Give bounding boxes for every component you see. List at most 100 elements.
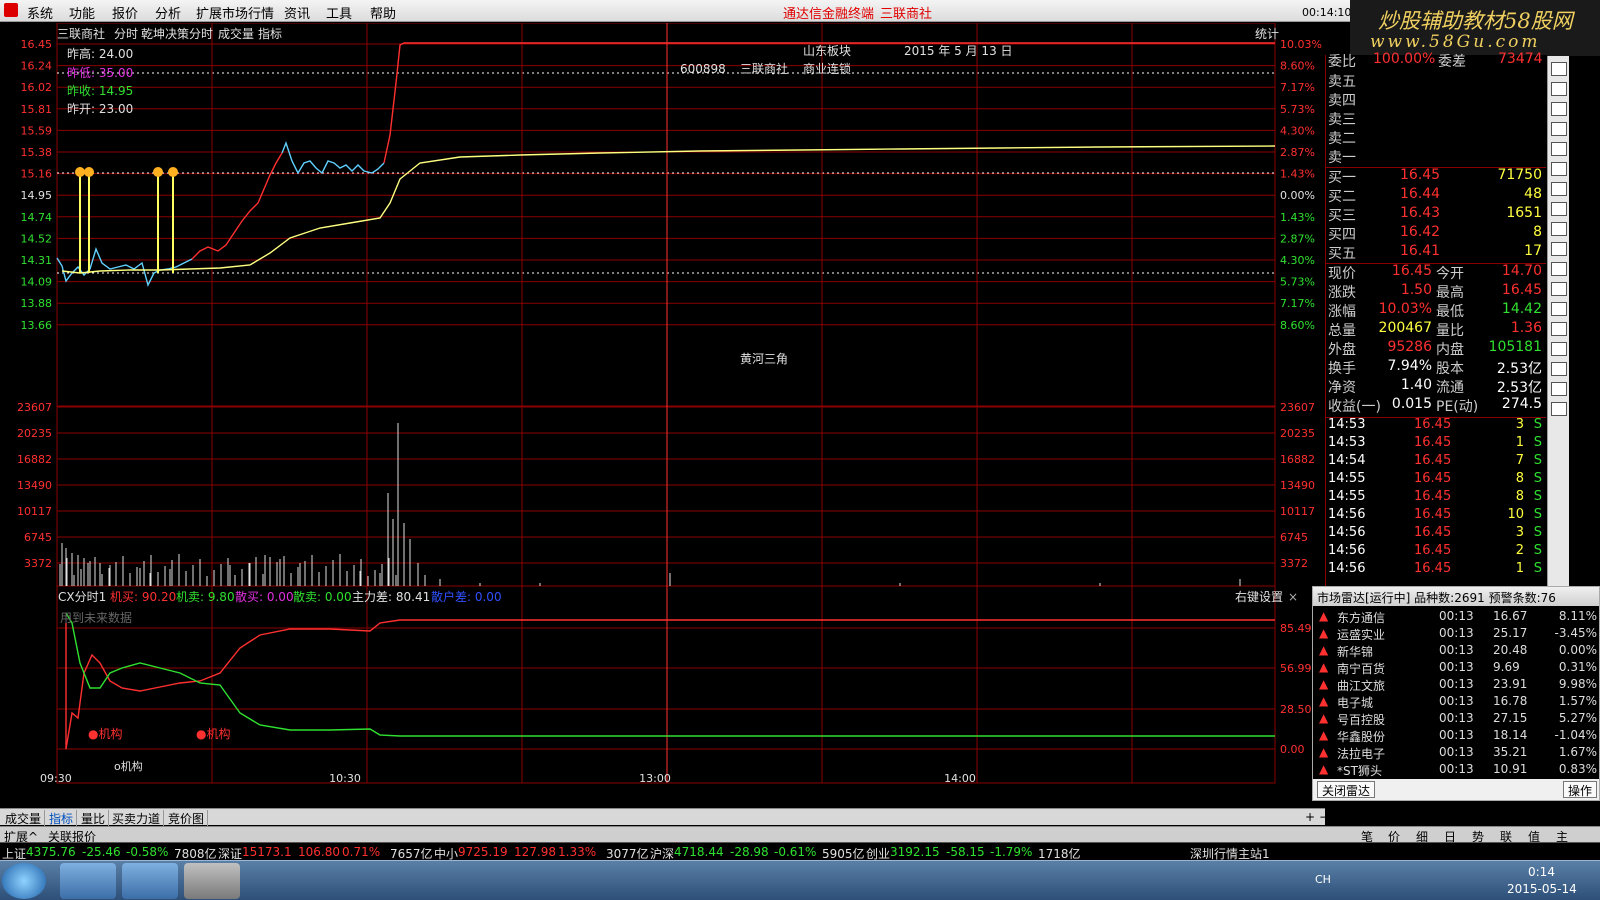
buy-row[interactable]: 买三 16.43 1651	[1328, 205, 1546, 224]
tool-icon[interactable]	[1551, 162, 1567, 176]
radar-operate-button[interactable]: 操作	[1563, 781, 1598, 798]
index-pct: -0.61%	[774, 845, 817, 859]
price-tick-left: 16.24	[21, 60, 53, 73]
stat-label: 净资	[1328, 380, 1356, 396]
radar-change: 0.00%	[1558, 643, 1597, 657]
stat-label: 涨幅	[1328, 304, 1356, 320]
tab-buy-sell-force[interactable]: 买卖力道	[109, 810, 165, 827]
radar-item[interactable]: ▲ 曲江文旅 00:13 23.91 9.98%	[1313, 676, 1599, 693]
stat-label: 流通	[1436, 380, 1464, 396]
signal-marker-icon[interactable]	[153, 167, 163, 177]
indicator-name[interactable]: CX分时1	[58, 590, 106, 604]
bell-icon: ▲	[1319, 762, 1329, 776]
tool-icon[interactable]	[1551, 82, 1567, 96]
price-tick-right: 4.30%	[1280, 254, 1315, 267]
tray-date[interactable]: 2015-05-14	[1507, 882, 1577, 896]
indicator-item-2: 散买: 0.00	[235, 589, 294, 604]
header-volume[interactable]: 成交量	[218, 26, 254, 41]
tool-icon[interactable]	[1551, 102, 1567, 116]
tool-icon[interactable]	[1551, 122, 1567, 136]
tool-icon[interactable]	[1551, 262, 1567, 276]
menu-item-tools[interactable]: 工具	[326, 3, 352, 22]
side-toolstrip	[1547, 56, 1569, 586]
chart-area[interactable]: 三联商社 分时 乾坤决策分时 成交量 指标 统计 昨高: 24.00 昨低: 3…	[0, 22, 1325, 808]
radar-item[interactable]: ▲ *ST狮头 00:13 10.91 0.83%	[1313, 761, 1599, 778]
buy-row[interactable]: 买二 16.44 48	[1328, 186, 1546, 205]
taskbar-app-tdx-icon[interactable]	[184, 863, 240, 899]
app-logo-icon[interactable]	[4, 3, 18, 17]
menu-item-function[interactable]: 功能	[69, 3, 95, 22]
tray-lang[interactable]: CH	[1315, 873, 1331, 886]
sell-row: 卖四	[1328, 90, 1546, 109]
start-button-icon[interactable]	[2, 863, 46, 899]
tab-volume[interactable]: 成交量	[2, 810, 46, 827]
stat-label: 今开	[1436, 266, 1464, 282]
radar-item[interactable]: ▲ 运盛实业 00:13 25.17 -3.45%	[1313, 625, 1599, 642]
stat-label: 现价	[1328, 266, 1356, 282]
signal-marker-icon[interactable]	[84, 167, 94, 177]
signal-marker-icon[interactable]	[168, 167, 178, 177]
tab-indicator[interactable]: 指标	[46, 810, 78, 827]
tick-price: 16.45	[1414, 471, 1452, 486]
tick-volume: 3	[1515, 525, 1524, 540]
tab-volume-ratio[interactable]: 量比	[78, 810, 110, 827]
zoom-out-icon[interactable]: −	[1316, 810, 1332, 824]
price-tick-left: 15.59	[21, 124, 53, 137]
tool-icon[interactable]	[1551, 402, 1567, 416]
radar-item[interactable]: ▲ 南宁百货 00:13 9.69 0.31%	[1313, 659, 1599, 676]
header-mode[interactable]: 分时	[114, 27, 138, 41]
tray-time[interactable]: 0:14	[1528, 865, 1555, 879]
header-indicator[interactable]: 乾坤决策分时	[141, 26, 213, 41]
buy-row[interactable]: 买五 16.41 17	[1328, 243, 1546, 262]
taskbar-app-browser-icon[interactable]	[122, 863, 178, 899]
menu-item-analysis[interactable]: 分析	[155, 3, 181, 22]
tool-icon[interactable]	[1551, 142, 1567, 156]
radar-item[interactable]: ▲ 号百控股 00:13 27.15 5.27%	[1313, 710, 1599, 727]
tool-icon[interactable]	[1551, 242, 1567, 256]
tool-icon[interactable]	[1551, 182, 1567, 196]
stat-value: 2.53亿	[1496, 380, 1542, 396]
buy-row[interactable]: 买四 16.42 8	[1328, 224, 1546, 243]
tool-icon[interactable]	[1551, 382, 1567, 396]
price-tick-right: 5.73%	[1280, 103, 1315, 116]
tab-auction[interactable]: 竞价图	[165, 810, 209, 827]
tool-icon[interactable]	[1551, 202, 1567, 216]
tick-time: 14:55	[1328, 489, 1366, 504]
indicator-settings[interactable]: 右键设置	[1235, 589, 1283, 604]
stats-button[interactable]: 统计	[1255, 27, 1279, 41]
stat-row: 涨跌 1.50 最高 16.45	[1328, 282, 1546, 301]
price-line-consolidation	[281, 140, 385, 175]
radar-item[interactable]: ▲ 新华锦 00:13 20.48 0.00%	[1313, 642, 1599, 659]
taskbar-app-windows-icon[interactable]	[60, 863, 116, 899]
radar-item[interactable]: ▲ 电子城 00:13 16.78 1.57%	[1313, 693, 1599, 710]
menu-item-system[interactable]: 系统	[27, 3, 53, 22]
tool-icon[interactable]	[1551, 342, 1567, 356]
radar-close-button[interactable]: 关闭雷达	[1317, 781, 1376, 798]
tick-price: 16.45	[1414, 507, 1452, 522]
radar-item[interactable]: ▲ 法拉电子 00:13 35.21 1.67%	[1313, 744, 1599, 761]
menu-item-help[interactable]: 帮助	[370, 3, 396, 22]
tool-icon[interactable]	[1551, 362, 1567, 376]
index-value: 4718.44	[674, 845, 724, 859]
intraday-chart[interactable]: 三联商社 分时 乾坤决策分时 成交量 指标 统计 昨高: 24.00 昨低: 3…	[0, 22, 1325, 808]
buy-row[interactable]: 买一 16.45 71750	[1328, 167, 1546, 186]
header-index[interactable]: 指标	[258, 26, 282, 41]
stat-row: 净资 1.40 流通 2.53亿	[1328, 377, 1546, 396]
indicator-close-icon[interactable]: ×	[1288, 590, 1298, 604]
menu-item-news[interactable]: 资讯	[284, 3, 310, 22]
menu-item-extended-market[interactable]: 扩展市场行情	[196, 3, 274, 22]
buy-volume: 8	[1533, 224, 1542, 240]
signal-marker-icon[interactable]	[75, 167, 85, 177]
menu-item-quote[interactable]: 报价	[112, 3, 138, 22]
radar-item[interactable]: ▲ 东方通信 00:13 16.67 8.11%	[1313, 608, 1599, 625]
tool-icon[interactable]	[1551, 62, 1567, 76]
radar-title[interactable]: 市场雷达[运行中] 品种数:2691 预警条数:76	[1313, 587, 1599, 606]
tool-icon[interactable]	[1551, 282, 1567, 296]
radar-item[interactable]: ▲ 华鑫股份 00:13 18.14 -1.04%	[1313, 727, 1599, 744]
tool-icon[interactable]	[1551, 322, 1567, 336]
indicator-item-4: 主力差: 80.41	[352, 590, 430, 604]
tick-row: 14:56 16.45 1 S	[1328, 561, 1546, 579]
tool-icon[interactable]	[1551, 222, 1567, 236]
tool-icon[interactable]	[1551, 302, 1567, 316]
price-tick-left: 14.95	[21, 189, 53, 202]
